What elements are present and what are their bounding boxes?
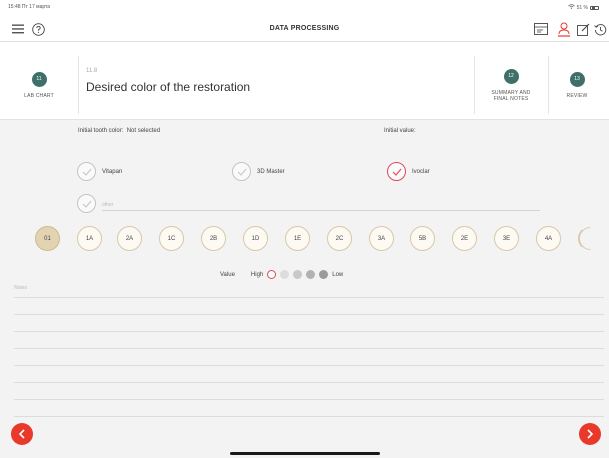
system-option-other[interactable] bbox=[77, 194, 96, 213]
shade-chip[interactable]: 3E bbox=[494, 226, 519, 251]
divider bbox=[78, 56, 79, 114]
note-line bbox=[14, 297, 604, 298]
battery-icon bbox=[590, 5, 599, 10]
system-option-3d-master[interactable]: 3D Master bbox=[232, 162, 285, 181]
page-title: DATA PROCESSING bbox=[269, 25, 340, 32]
initial-tooth-color: Initial tooth color: Not selected bbox=[78, 128, 160, 134]
shade-chip[interactable]: 2C bbox=[327, 226, 352, 251]
history-icon[interactable] bbox=[592, 21, 608, 37]
step-label: REVIEW bbox=[566, 92, 588, 99]
value-dot[interactable] bbox=[280, 270, 290, 279]
status-bar: 15:48 Пт 17 марта 51 % bbox=[0, 0, 609, 14]
next-button[interactable] bbox=[579, 423, 601, 445]
note-line bbox=[14, 314, 604, 315]
value-dot[interactable] bbox=[306, 270, 316, 279]
chevron-right-icon bbox=[587, 429, 594, 439]
nav-bar: DATA PROCESSING bbox=[0, 16, 609, 42]
value-dot[interactable] bbox=[319, 270, 329, 279]
notes-input[interactable]: Notes bbox=[14, 285, 27, 291]
wifi-icon bbox=[567, 4, 575, 11]
step-summary[interactable]: 12 SUMMARY AND FINAL NOTES bbox=[478, 50, 544, 120]
note-line bbox=[14, 331, 604, 332]
check-icon bbox=[387, 162, 406, 181]
shade-chip[interactable]: 3A bbox=[369, 226, 394, 251]
divider bbox=[474, 56, 475, 114]
check-icon bbox=[77, 162, 96, 181]
value-dot[interactable] bbox=[267, 270, 277, 279]
status-time: 15:48 Пт 17 марта bbox=[8, 4, 51, 10]
other-input[interactable]: other bbox=[102, 202, 113, 208]
note-line bbox=[14, 416, 604, 417]
value-dot[interactable] bbox=[293, 270, 303, 279]
initial-value: Initial value: bbox=[384, 128, 416, 134]
other-input-underline bbox=[102, 210, 540, 211]
current-step-number: 11.8 bbox=[86, 68, 98, 74]
shade-chip[interactable]: 2A bbox=[117, 226, 142, 251]
shade-chip[interactable]: 2B bbox=[201, 226, 226, 251]
system-label: 3D Master bbox=[257, 168, 285, 175]
system-option-vitapan[interactable]: Vitapan bbox=[77, 162, 122, 181]
initial-tooth-color-value: Not selected bbox=[126, 128, 161, 134]
step-lab-chart[interactable]: 11 LAB CHART bbox=[8, 50, 70, 120]
shade-chip[interactable]: 1C bbox=[159, 226, 184, 251]
shade-chip-overflow[interactable] bbox=[578, 226, 603, 251]
check-icon bbox=[232, 162, 251, 181]
value-label: Value bbox=[220, 271, 235, 278]
chart-icon[interactable] bbox=[533, 21, 549, 37]
value-scale: Value High Low bbox=[220, 270, 343, 279]
status-right: 51 % bbox=[567, 4, 599, 11]
shade-chip[interactable]: 1D bbox=[243, 226, 268, 251]
shade-chip[interactable]: 01 bbox=[35, 226, 60, 251]
step-label: LAB CHART bbox=[24, 92, 54, 99]
previous-button[interactable] bbox=[11, 423, 33, 445]
note-line bbox=[14, 382, 604, 383]
system-label: Vitapan bbox=[102, 168, 123, 175]
step-number-circle: 11 bbox=[31, 71, 47, 87]
shade-chip[interactable]: 4A bbox=[536, 226, 561, 251]
battery-text: 51 % bbox=[576, 4, 588, 11]
value-high-label: High bbox=[250, 271, 264, 278]
initial-tooth-color-label: Initial tooth color: bbox=[78, 128, 124, 134]
shade-chip[interactable]: 5B bbox=[410, 226, 435, 251]
edit-icon[interactable] bbox=[575, 21, 591, 37]
note-line bbox=[14, 365, 604, 366]
patient-icon[interactable] bbox=[556, 21, 572, 37]
home-indicator bbox=[230, 452, 380, 455]
system-label: Ivoclar bbox=[412, 168, 430, 175]
current-step-title: Desired color of the restoration bbox=[86, 80, 251, 94]
divider bbox=[548, 56, 549, 114]
check-icon bbox=[77, 194, 96, 213]
note-line bbox=[14, 399, 604, 400]
value-low-label: Low bbox=[332, 271, 344, 278]
step-number-circle: 12 bbox=[503, 68, 519, 84]
step-label: SUMMARY AND FINAL NOTES bbox=[491, 90, 530, 102]
step-number-circle: 13 bbox=[569, 71, 585, 87]
step-label-line1: SUMMARY AND bbox=[491, 89, 531, 96]
system-option-ivoclar[interactable]: Ivoclar bbox=[387, 162, 430, 181]
note-line bbox=[14, 348, 604, 349]
main-content: Initial tooth color: Not selected Initia… bbox=[0, 120, 609, 458]
shade-chip[interactable]: 2E bbox=[452, 226, 477, 251]
step-review[interactable]: 13 REVIEW bbox=[552, 50, 602, 120]
step-label-line2: FINAL NOTES bbox=[493, 95, 529, 102]
shade-chip[interactable]: 1A bbox=[77, 226, 102, 251]
shade-chip[interactable]: 1E bbox=[285, 226, 310, 251]
chevron-left-icon bbox=[18, 429, 25, 439]
initial-value-label: Initial value: bbox=[384, 128, 416, 134]
